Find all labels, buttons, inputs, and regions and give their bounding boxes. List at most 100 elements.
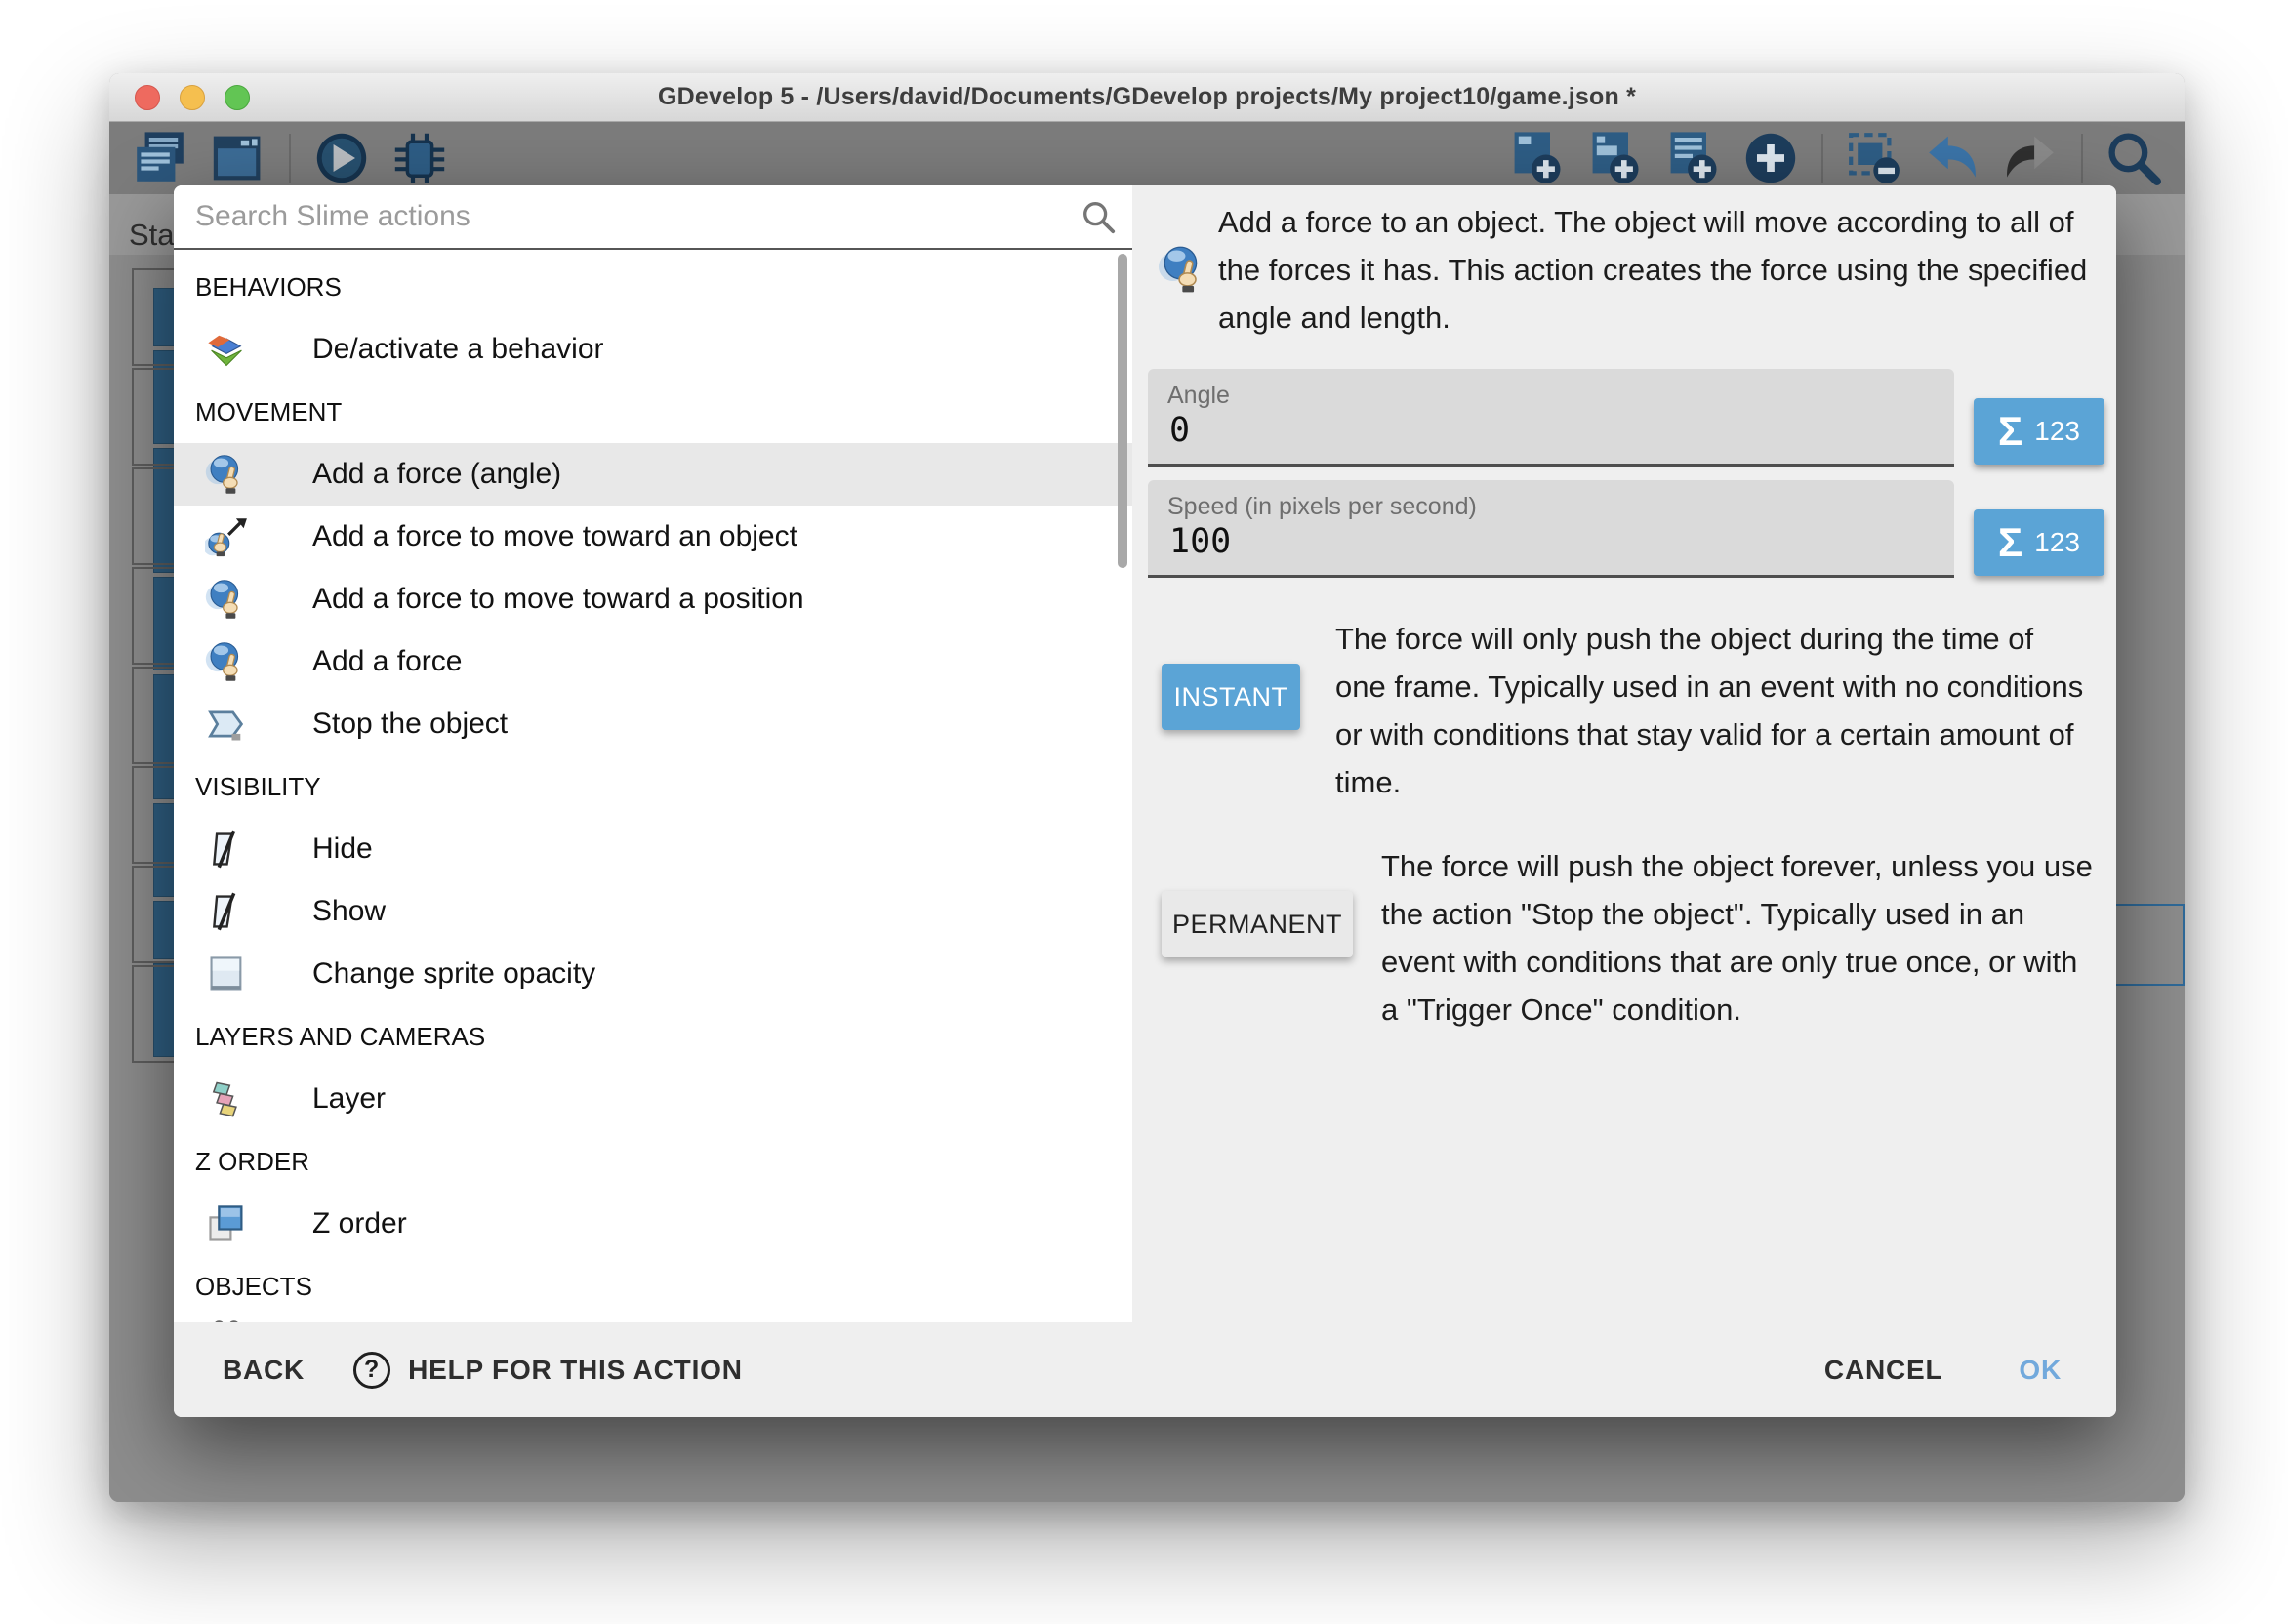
add-force-icon [1158,244,1208,295]
hide-icon [205,828,248,871]
action-chooser-dialog: BEHAVIORSDe/activate a behaviorMOVEMENTA… [174,185,2116,1417]
minimize-window-button[interactable] [180,85,205,110]
section-header: OBJECTS [174,1255,1132,1318]
footer-right-group: CANCEL OK [1820,1322,2065,1417]
add-circle-icon[interactable] [1743,131,1798,185]
action-item-label: Change sprite opacity [312,957,595,991]
undo-icon[interactable] [1925,131,1980,185]
action-detail-panel: Add a force to an object. The object wil… [1132,185,2116,1322]
z-order-icon [205,1202,248,1245]
redo-icon[interactable] [2003,131,2058,185]
permanent-description: The force will push the object forever, … [1381,842,2093,1034]
action-item[interactable]: Add a force to move toward an object [174,506,1132,568]
action-item-label: Layer [312,1082,386,1116]
section-header: Z ORDER [174,1130,1132,1193]
zoom-window-button[interactable] [225,85,250,110]
close-window-button[interactable] [135,85,160,110]
toggle-events-icon[interactable] [1847,131,1901,185]
stop-object-icon [205,703,248,746]
help-button[interactable]: ? HELP FOR THIS ACTION [349,1344,747,1397]
angle-field-row: Angle Σ 123 [1132,369,2116,467]
toolbar-right-group [1509,131,2161,185]
behavior-icon [205,328,248,371]
action-item[interactable]: Change sprite opacity [174,943,1132,1005]
action-item[interactable]: Hide [174,818,1132,880]
search-input[interactable] [174,185,1132,248]
section-header: LAYERS AND CAMERAS [174,1005,1132,1068]
action-item-label: De/activate a behavior [312,333,604,366]
speed-field-row: Speed (in pixels per second) Σ 123 [1132,480,2116,578]
speed-input[interactable] [1167,521,1933,562]
section-header: MOVEMENT [174,381,1132,443]
scene-tab-label: Sta [129,218,175,253]
actions-list-panel: BEHAVIORS De/activate a behavior MOVEMENT A… [174,185,1132,1322]
window-titlebar: GDevelop 5 - /Users/david/Documents/GDev… [109,73,2185,122]
permanent-button[interactable]: PERMANENT [1162,891,1353,957]
instant-button[interactable]: INSTANT [1162,664,1300,730]
action-item[interactable]: De/activate a behavior [174,318,1132,381]
action-item-label: Add a force to move toward an object [312,520,797,553]
action-item[interactable]: Layer [174,1068,1132,1130]
actions-list: BEHAVIORS De/activate a behavior MOVEMENT A… [174,250,1132,1322]
toolbar-separator [2081,134,2083,183]
back-button[interactable]: BACK [219,1347,308,1394]
events-sheet-icon[interactable] [133,131,187,185]
add-comment-icon[interactable] [1665,131,1720,185]
toolbar-separator [1821,134,1823,183]
add-force-icon [205,578,248,621]
action-description: Add a force to an object. The object wil… [1218,198,2106,342]
show-icon [205,890,248,933]
section-header: VISIBILITY [174,755,1132,818]
angle-input[interactable] [1167,410,1933,451]
opacity-icon [205,953,248,995]
toolbar-separator [289,134,291,183]
action-item-label: Show [312,895,386,928]
ok-button[interactable]: OK [2015,1347,2065,1394]
help-button-label: HELP FOR THIS ACTION [408,1355,743,1386]
toolbar-left-group [133,131,447,185]
instant-description: The force will only push the object duri… [1335,615,2083,806]
expression-123-label: 123 [2034,416,2080,447]
action-item-label: Add a force [312,645,462,678]
dialog-footer: BACK ? HELP FOR THIS ACTION CANCEL OK [174,1322,2116,1417]
action-item-label: Z order [312,1207,407,1240]
action-item-label: Add a force to move toward a position [312,583,804,616]
section-header: BEHAVIORS [174,256,1132,318]
action-item-label: Hide [312,832,373,866]
action-item[interactable]: Z order [174,1193,1132,1255]
action-item[interactable]: Add a force [174,630,1132,693]
play-icon[interactable] [314,131,369,185]
search-bar [174,185,1132,250]
speed-field[interactable]: Speed (in pixels per second) [1148,480,1954,578]
search-events-icon[interactable] [2106,131,2161,185]
window-title: GDevelop 5 - /Users/david/Documents/GDev… [109,73,2185,121]
action-item[interactable]: Add a force (angle) [174,443,1132,506]
cancel-button[interactable]: CANCEL [1820,1347,1946,1394]
action-item[interactable]: Show [174,880,1132,943]
sigma-icon: Σ [1998,522,2022,563]
debug-icon[interactable] [392,131,447,185]
action-item-label: Add a force (angle) [312,458,561,491]
add-force-icon [205,453,248,496]
force-toward-object-icon [205,515,248,558]
layer-icon [205,1077,248,1120]
angle-field-label: Angle [1167,382,1230,410]
add-subevent-icon[interactable] [1509,131,1564,185]
speed-expression-button[interactable]: Σ 123 [1974,509,2104,576]
speed-field-label: Speed (in pixels per second) [1167,493,1477,521]
action-item[interactable]: Stop the object [174,693,1132,755]
search-icon [1080,198,1117,235]
footer-left-group: BACK ? HELP FOR THIS ACTION [219,1322,747,1417]
angle-field[interactable]: Angle [1148,369,1954,467]
action-item[interactable]: Add a force to move toward a position [174,568,1132,630]
main-toolbar [109,122,2185,194]
sigma-icon: Σ [1998,411,2022,452]
add-event-icon[interactable] [1587,131,1642,185]
list-scrollbar-thumb[interactable] [1118,254,1127,568]
scene-editor-icon[interactable] [211,131,266,185]
action-item-label: Stop the object [312,708,508,741]
add-force-icon [205,640,248,683]
traffic-lights [135,85,250,110]
angle-expression-button[interactable]: Σ 123 [1974,398,2104,465]
help-icon: ? [353,1352,390,1389]
